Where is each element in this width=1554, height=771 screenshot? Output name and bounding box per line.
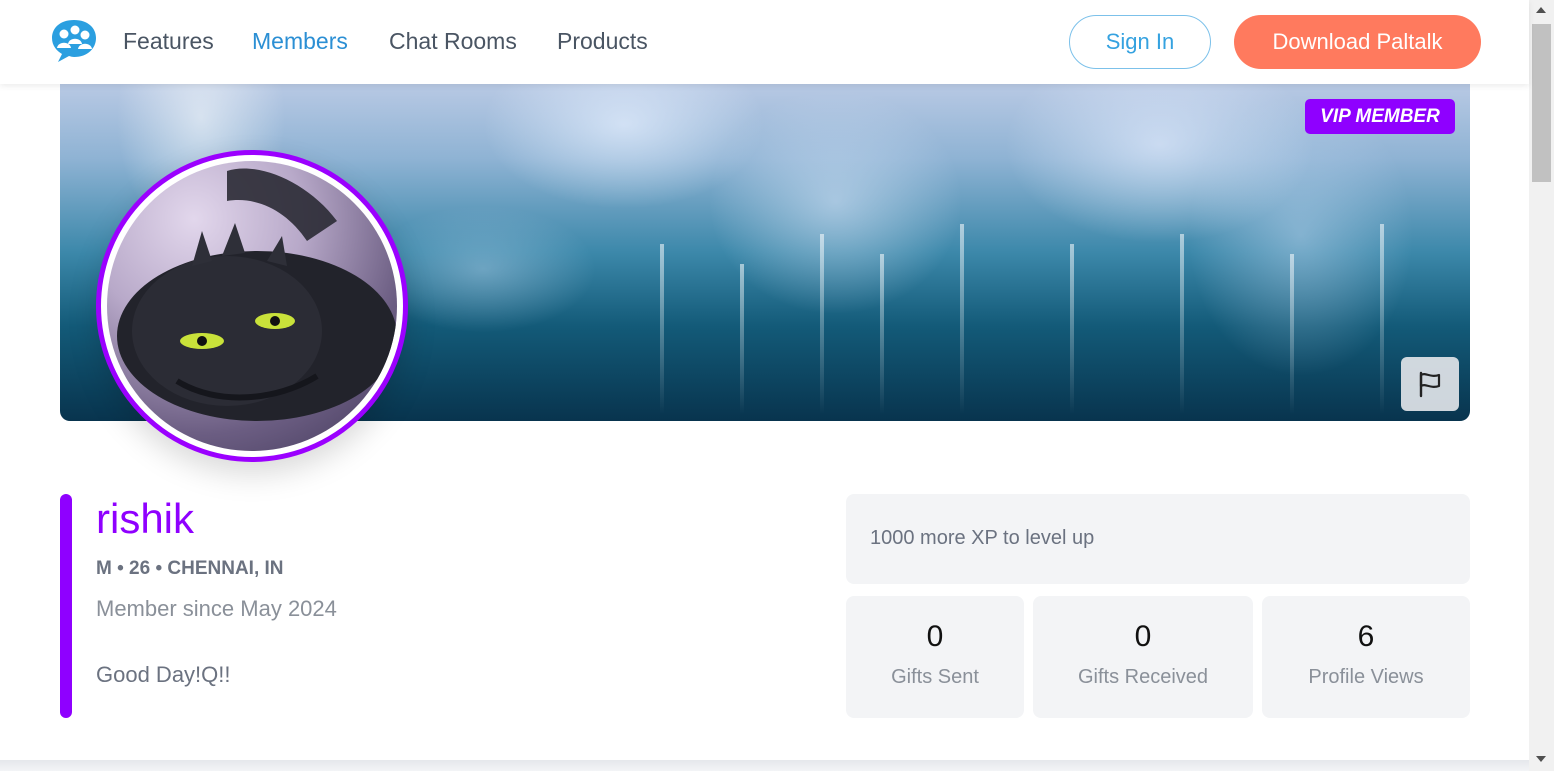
member-since: Member since May 2024 bbox=[96, 596, 337, 621]
flag-icon bbox=[1419, 371, 1441, 398]
avatar bbox=[107, 161, 397, 451]
stat-value: 6 bbox=[1357, 620, 1375, 653]
nav-link-members[interactable]: Members bbox=[252, 28, 348, 55]
nav-link-chat-rooms[interactable]: Chat Rooms bbox=[389, 28, 517, 55]
top-navbar: Features Members Chat Rooms Products Sig… bbox=[0, 0, 1529, 84]
stat-profile-views: 6 Profile Views bbox=[1262, 596, 1470, 718]
scrollbar-thumb[interactable] bbox=[1532, 24, 1551, 182]
profile-status-message: Good Day!Q!! bbox=[96, 662, 231, 687]
stat-label: Profile Views bbox=[1308, 666, 1424, 688]
xp-progress-box: 1000 more XP to level up bbox=[846, 494, 1470, 584]
stat-gifts-received: 0 Gifts Received bbox=[1033, 596, 1253, 718]
page-scrollbar[interactable] bbox=[1529, 0, 1554, 771]
report-flag-button[interactable] bbox=[1401, 357, 1459, 411]
stat-value: 0 bbox=[1134, 620, 1152, 653]
stat-label: Gifts Received bbox=[1077, 666, 1209, 688]
stat-gifts-sent: 0 Gifts Sent bbox=[846, 596, 1024, 718]
paltalk-logo-icon[interactable] bbox=[50, 18, 98, 64]
stat-value: 0 bbox=[926, 620, 944, 653]
download-paltalk-button[interactable]: Download Paltalk bbox=[1234, 15, 1481, 69]
profile-avatar-ring bbox=[96, 150, 408, 462]
profile-username: rishik bbox=[96, 495, 195, 542]
vip-member-badge: VIP MEMBER bbox=[1305, 99, 1455, 134]
section-divider bbox=[0, 760, 1529, 771]
nav-link-products[interactable]: Products bbox=[557, 28, 648, 55]
nav-link-features[interactable]: Features bbox=[123, 28, 214, 55]
profile-accent-bar bbox=[60, 494, 72, 718]
sign-in-button[interactable]: Sign In bbox=[1069, 15, 1211, 69]
stat-label: Gifts Sent bbox=[891, 666, 979, 688]
profile-meta: M • 26 • CHENNAI, IN bbox=[96, 558, 284, 579]
scroll-down-arrow-icon[interactable] bbox=[1536, 756, 1546, 762]
xp-text: 1000 more XP to level up bbox=[870, 527, 1095, 549]
scroll-up-arrow-icon[interactable] bbox=[1536, 7, 1546, 13]
